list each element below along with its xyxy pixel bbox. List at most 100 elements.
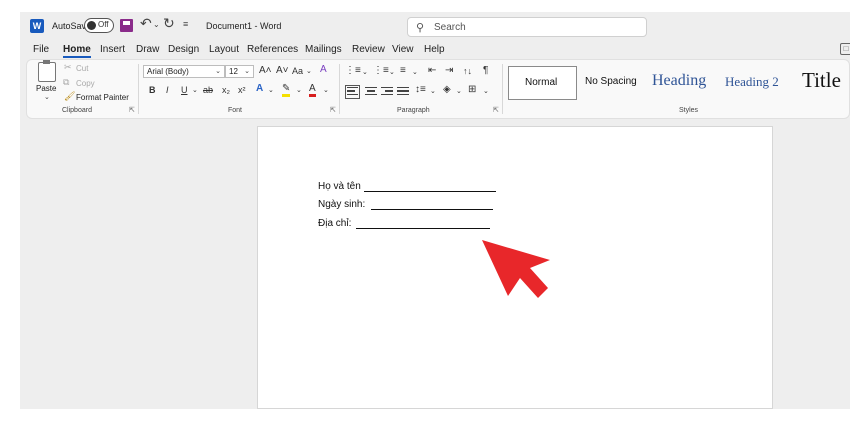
chevron-down-icon: ⌄ <box>244 68 250 75</box>
italic-icon[interactable]: I <box>166 84 169 96</box>
format-painter-button[interactable]: Format Painter <box>76 93 129 102</box>
change-case-icon[interactable]: Aa <box>292 65 303 77</box>
style-normal-label: Normal <box>525 77 558 88</box>
chevron-down-icon[interactable]: ⌄ <box>296 85 302 97</box>
doc-line-birthdate[interactable]: Ngày sinh: <box>318 199 365 210</box>
align-left-icon[interactable] <box>345 85 360 99</box>
align-right-icon[interactable] <box>381 87 393 98</box>
clear-formatting-icon[interactable]: A <box>320 64 327 76</box>
doc-line-address[interactable]: Địa chỉ: <box>318 218 351 229</box>
tab-references[interactable]: References <box>247 44 298 55</box>
style-no-spacing-label: No Spacing <box>585 76 637 87</box>
sort-icon[interactable]: ↑↓ <box>463 65 472 77</box>
font-color-icon[interactable]: A <box>309 83 316 97</box>
search-box[interactable]: ⚲ Search <box>407 17 647 37</box>
autosave-state: Off <box>98 20 109 29</box>
style-title[interactable]: Title <box>796 66 850 100</box>
shrink-font-icon[interactable]: A˅ <box>276 65 289 77</box>
tab-view[interactable]: View <box>392 44 414 55</box>
chevron-down-icon[interactable]: ⌄ <box>483 86 489 98</box>
style-title-label: Title <box>802 68 841 92</box>
paste-icon[interactable] <box>38 60 56 82</box>
multilevel-list-icon[interactable]: ≡ <box>400 65 406 77</box>
paste-dropdown-icon[interactable]: ⌄ <box>44 93 50 101</box>
save-icon[interactable] <box>120 19 133 32</box>
address-underline <box>356 228 490 229</box>
chevron-down-icon[interactable]: ⌄ <box>192 85 198 97</box>
chevron-down-icon[interactable]: ⌄ <box>323 85 329 97</box>
style-no-spacing[interactable]: No Spacing <box>580 66 646 100</box>
toggle-knob <box>87 21 96 30</box>
undo-icon[interactable]: ↶ <box>140 15 152 32</box>
document-title: Document1 - Word <box>206 21 282 31</box>
paragraph-group-label: Paragraph <box>397 107 430 114</box>
tab-layout[interactable]: Layout <box>209 44 239 55</box>
font-size-select[interactable]: 12 ⌄ <box>225 65 254 78</box>
chevron-down-icon[interactable]: ⌄ <box>268 85 274 97</box>
font-name-value: Arial (Body) <box>147 67 189 76</box>
paste-button[interactable]: Paste <box>36 84 56 93</box>
search-icon: ⚲ <box>416 22 425 34</box>
birthdate-underline <box>371 209 493 210</box>
undo-dropdown-icon[interactable]: ⌄ <box>153 20 160 29</box>
decrease-indent-icon[interactable]: ⇤ <box>428 65 436 77</box>
font-name-select[interactable]: Arial (Body) ⌄ <box>143 65 225 78</box>
word-app-icon: W <box>30 19 44 33</box>
tab-design[interactable]: Design <box>168 44 199 55</box>
style-normal[interactable]: Normal <box>508 66 577 100</box>
chevron-down-icon[interactable]: ⌄ <box>456 86 462 98</box>
clipboard-launcher-icon[interactable]: ⇱ <box>129 106 135 114</box>
style-heading-2-label: Heading 2 <box>725 74 779 89</box>
copy-button[interactable]: Copy <box>76 79 95 88</box>
tab-insert[interactable]: Insert <box>100 44 125 55</box>
bullets-icon[interactable]: ⋮≡ <box>345 65 361 77</box>
tab-mailings[interactable]: Mailings <box>305 44 342 55</box>
grow-font-icon[interactable]: A˄ <box>259 65 272 77</box>
styles-group-label: Styles <box>679 107 699 114</box>
style-heading[interactable]: Heading <box>648 66 718 100</box>
word-window: W AutoSave Off ↶ ⌄ ↻ ≡ Document1 - Word … <box>0 0 850 425</box>
shading-icon[interactable]: ◈ <box>443 84 451 96</box>
chevron-down-icon[interactable]: ⌄ <box>412 67 418 79</box>
chevron-down-icon[interactable]: ⌄ <box>362 67 368 79</box>
justify-icon[interactable] <box>397 87 409 98</box>
borders-icon[interactable]: ⊞ <box>468 84 476 96</box>
tab-help[interactable]: Help <box>424 44 445 55</box>
cut-icon: ✂ <box>64 62 72 72</box>
chevron-down-icon[interactable]: ⌄ <box>306 66 312 78</box>
chevron-down-icon[interactable]: ⌄ <box>389 67 395 79</box>
subscript-icon[interactable]: x₂ <box>222 84 230 96</box>
divider <box>502 64 503 114</box>
underline-icon[interactable]: U <box>181 84 188 96</box>
divider <box>138 64 139 114</box>
chevron-down-icon[interactable]: ⌄ <box>430 86 436 98</box>
name-underline <box>364 191 496 192</box>
cut-button[interactable]: Cut <box>76 64 88 73</box>
tab-draw[interactable]: Draw <box>136 44 159 55</box>
strikethrough-icon[interactable]: ab <box>203 84 213 96</box>
bold-icon[interactable]: B <box>149 84 156 96</box>
style-heading-label: Heading <box>652 72 707 89</box>
increase-indent-icon[interactable]: ⇥ <box>445 65 453 77</box>
tab-file[interactable]: File <box>33 44 49 55</box>
paragraph-launcher-icon[interactable]: ⇱ <box>493 106 499 114</box>
line-spacing-icon[interactable]: ↕≡ <box>415 84 426 96</box>
align-center-icon[interactable] <box>365 87 377 98</box>
redo-icon[interactable]: ↻ <box>163 15 175 32</box>
numbering-icon[interactable]: ⋮≡ <box>373 65 389 77</box>
show-formatting-icon[interactable]: ¶ <box>483 65 488 77</box>
comments-icon[interactable]: □ <box>840 43 850 55</box>
doc-line-name[interactable]: Họ và tên <box>318 181 361 192</box>
tab-home[interactable]: Home <box>63 44 91 58</box>
superscript-icon[interactable]: x² <box>238 84 246 96</box>
search-placeholder: Search <box>434 22 466 33</box>
autosave-toggle[interactable]: Off <box>84 18 114 33</box>
font-launcher-icon[interactable]: ⇱ <box>330 106 336 114</box>
text-effects-icon[interactable]: A <box>256 83 263 95</box>
copy-icon: ⧉ <box>63 77 70 87</box>
red-arrow-icon <box>482 240 550 298</box>
customize-qat-icon[interactable]: ≡ <box>183 19 188 29</box>
style-heading-2[interactable]: Heading 2 <box>720 66 792 100</box>
highlight-icon[interactable]: ✎ <box>282 83 291 97</box>
tab-review[interactable]: Review <box>352 44 385 55</box>
